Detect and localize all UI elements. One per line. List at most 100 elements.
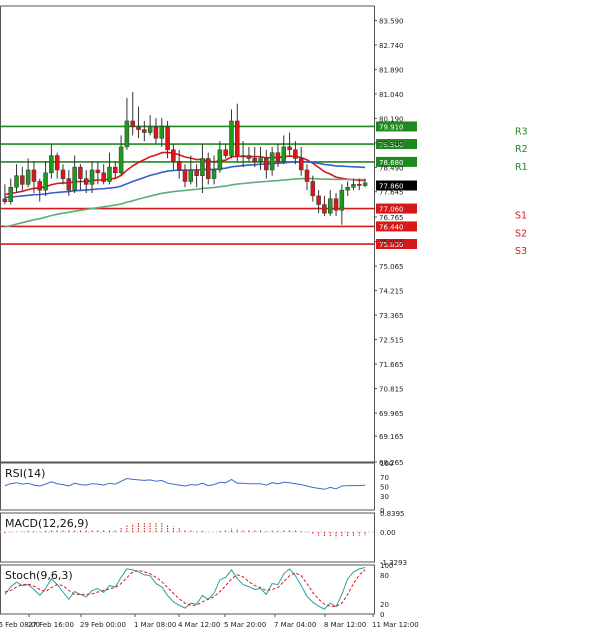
indicator-label: MACD(12,26,9) (5, 517, 89, 530)
candle-body (293, 149, 298, 159)
candle-body (2, 198, 8, 202)
candle-body (194, 169, 199, 176)
candle-body (37, 181, 43, 191)
candle-body (101, 172, 106, 182)
candle-body (310, 181, 316, 197)
candle-body (287, 146, 292, 151)
candle-body (240, 155, 246, 157)
candle-body (246, 155, 252, 159)
candle-body (43, 172, 48, 191)
candle-body (182, 169, 188, 182)
price-tick-label: 76.765 (379, 214, 404, 222)
candle-body (351, 184, 356, 188)
candle-body (66, 178, 72, 191)
price-tick-label: 72.515 (379, 337, 404, 345)
price-tick-label: 70.815 (379, 386, 404, 394)
candle-body (357, 184, 362, 186)
candle-body (258, 158, 263, 162)
candle-body (171, 149, 176, 162)
price-tick-label: 82.740 (379, 42, 404, 50)
candle-body (223, 149, 228, 156)
indicator-tick-label: 100 (380, 460, 393, 468)
indicator-tick-label: 0.8395 (380, 510, 405, 518)
time-tick-label: 29 Feb 00:00 (80, 621, 126, 629)
candle-body (339, 189, 345, 211)
time-tick-label: 11 Mar 12:00 (372, 621, 419, 629)
candle-body (333, 198, 339, 211)
candle-body (275, 152, 281, 162)
candle-body (142, 129, 147, 133)
price-tick-label: 80.190 (379, 115, 404, 123)
price-tick-label: 69.165 (379, 433, 404, 441)
candle-body (153, 126, 159, 139)
candle-body (31, 169, 37, 182)
candle-body (72, 166, 77, 191)
candle-body (89, 169, 95, 185)
candle-body (345, 186, 350, 191)
indicator-tick-label: 100 (380, 562, 393, 570)
price-tick-label: 83.590 (379, 17, 404, 25)
level-price-label: 79.910 (379, 123, 404, 131)
indicator-tick-label: 0 (380, 611, 384, 619)
candle-body (25, 169, 31, 185)
candle-body (130, 120, 135, 127)
candle-body (14, 175, 19, 188)
candle-body (124, 120, 130, 148)
indicator-tick-label: 30 (380, 493, 389, 501)
candle-body (60, 169, 66, 179)
candle-body (8, 186, 13, 202)
candle-body (200, 158, 205, 176)
time-tick-label: 8 Mar 12:00 (324, 621, 366, 629)
candle-body (136, 126, 141, 130)
candle-body (211, 169, 217, 179)
candle-body (252, 158, 257, 162)
candle-body (269, 152, 275, 171)
level-name: R3 (515, 126, 528, 137)
indicator-tick-label: 0.00 (380, 529, 396, 537)
candle-body (83, 178, 89, 185)
candle-body (264, 158, 269, 171)
price-tick-label: 75.915 (379, 239, 404, 247)
time-tick-label: 5 Mar 20:00 (224, 621, 266, 629)
price-tick-label: 78.490 (379, 164, 404, 172)
candle-body (281, 146, 287, 162)
level-price-label: 77.060 (379, 206, 404, 214)
candle-body (304, 169, 310, 182)
candle-body (20, 175, 25, 185)
level-name: S1 (515, 211, 527, 222)
price-tick-label: 75.065 (379, 263, 404, 271)
level-name: S2 (515, 228, 527, 239)
level-name: R2 (515, 144, 528, 155)
candle-body (235, 120, 240, 156)
price-tick-label: 71.665 (379, 361, 404, 369)
time-tick-label: 4 Mar 12:00 (178, 621, 220, 629)
time-tick-label: 27 Feb 16:00 (28, 621, 74, 629)
time-tick-label: 7 Mar 04:00 (274, 621, 316, 629)
price-tick-label: 79.340 (379, 140, 404, 148)
indicator-tick-label: 80 (380, 572, 389, 580)
candle-body (298, 158, 304, 171)
indicator-label: RSI(14) (5, 467, 45, 480)
chart-window: R3 79.910 R2 79.300 R1 78.680 S1 77.060 S2 76.440… (0, 0, 600, 634)
candle-body (316, 195, 321, 205)
price-tick-label: 69.965 (379, 410, 404, 418)
price-tick-label: 74.215 (379, 288, 404, 296)
price-tick-label: 81.040 (379, 91, 404, 99)
candle-body (229, 120, 234, 156)
candle-body (147, 126, 153, 133)
candle-body (165, 126, 170, 151)
level-name: S3 (515, 246, 527, 257)
current-price-label: 77.860 (379, 183, 404, 191)
chart-background (0, 0, 600, 634)
candle-body (327, 198, 333, 214)
level-name: R1 (515, 162, 528, 173)
candle-body (205, 158, 211, 179)
price-tick-label: 73.365 (379, 312, 404, 320)
indicator-tick-label: 20 (380, 601, 389, 609)
level-price-label: 76.440 (379, 223, 404, 231)
candle-body (118, 146, 124, 174)
price-tick-label: 81.890 (379, 66, 404, 74)
indicator-tick-label: 70 (380, 474, 389, 482)
candle-body (49, 155, 54, 174)
candle-body (159, 126, 165, 139)
